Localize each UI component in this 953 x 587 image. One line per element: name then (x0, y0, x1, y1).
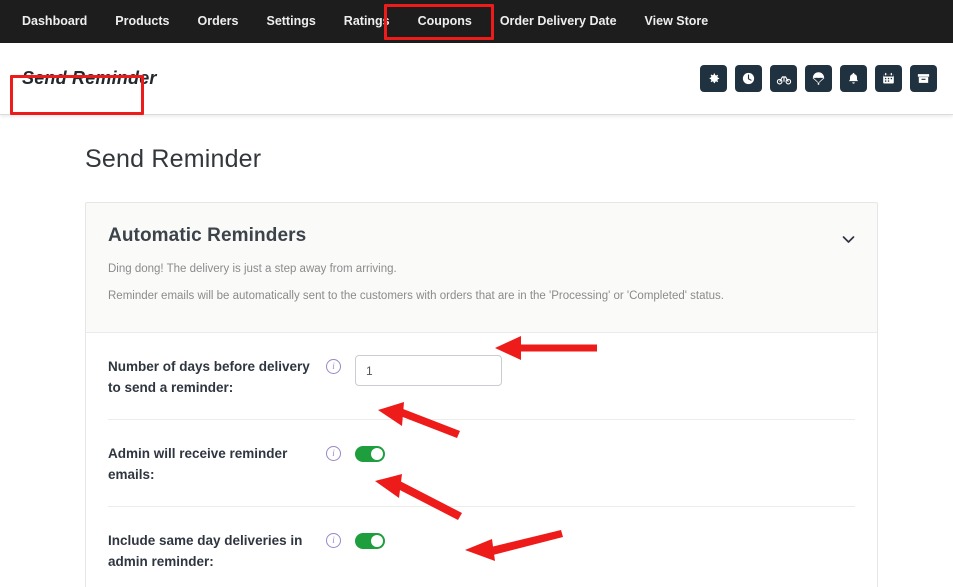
card-header: Automatic Reminders Ding dong! The deliv… (86, 203, 877, 334)
admin-bar-item-view-store[interactable]: View Store (631, 0, 723, 43)
label-include-same-day-deliveries: Include same day deliveries in admin rem… (108, 533, 303, 569)
clock-icon[interactable] (735, 65, 762, 92)
parachute-drop-icon[interactable] (805, 65, 832, 92)
plugin-header: Send Reminder (0, 43, 953, 115)
archive-box-icon[interactable] (910, 65, 937, 92)
bicycle-icon[interactable] (770, 65, 797, 92)
chevron-down-icon[interactable] (842, 231, 855, 249)
info-icon-days-before-delivery[interactable]: i (326, 359, 341, 375)
days-before-delivery-input[interactable] (355, 355, 502, 387)
admin-bar-item-ratings[interactable]: Ratings (330, 0, 404, 43)
card-title: Automatic Reminders (108, 225, 307, 246)
info-icon-include-same-day-deliveries[interactable]: i (326, 533, 341, 549)
plugin-header-title: Send Reminder (22, 68, 157, 88)
label-admin-receive-reminder: Admin will receive reminder emails: (108, 446, 288, 483)
calendar-icon[interactable] (875, 65, 902, 92)
automatic-reminders-card: Automatic Reminders Ding dong! The deliv… (85, 202, 878, 587)
admin-bar-item-products[interactable]: Products (101, 0, 183, 43)
info-icon-admin-receive-reminder[interactable]: i (326, 446, 341, 462)
admin-bar-item-orders[interactable]: Orders (183, 0, 252, 43)
form-row-include-same-day-deliveries: Include same day deliveries in admin rem… (108, 507, 855, 587)
admin-bar: Dashboard Products Orders Settings Ratin… (0, 0, 953, 43)
card-description-1: Ding dong! The delivery is just a step a… (108, 263, 397, 275)
plugin-icon-toolbar (700, 65, 937, 92)
form-row-admin-receive-reminder: Admin will receive reminder emails: i (108, 420, 855, 508)
toggle-include-same-day-deliveries[interactable] (355, 533, 385, 550)
bell-icon[interactable] (840, 65, 867, 92)
gear-icon[interactable] (700, 65, 727, 92)
label-days-before-delivery: Number of days before delivery to send a… (108, 359, 310, 396)
main-content: Send Reminder Automatic Reminders Ding d… (0, 115, 953, 587)
form-row-days-before-delivery: Number of days before delivery to send a… (108, 333, 855, 421)
admin-bar-item-dashboard[interactable]: Dashboard (8, 0, 101, 43)
card-body: Number of days before delivery to send a… (86, 333, 877, 587)
admin-bar-item-settings[interactable]: Settings (252, 0, 329, 43)
admin-bar-item-order-delivery-date[interactable]: Order Delivery Date (486, 0, 631, 43)
admin-bar-item-coupons[interactable]: Coupons (404, 0, 486, 43)
card-description-2: Reminder emails will be automatically se… (108, 289, 724, 302)
page-title: Send Reminder (85, 145, 262, 173)
toggle-admin-receive-reminder[interactable] (355, 446, 385, 463)
